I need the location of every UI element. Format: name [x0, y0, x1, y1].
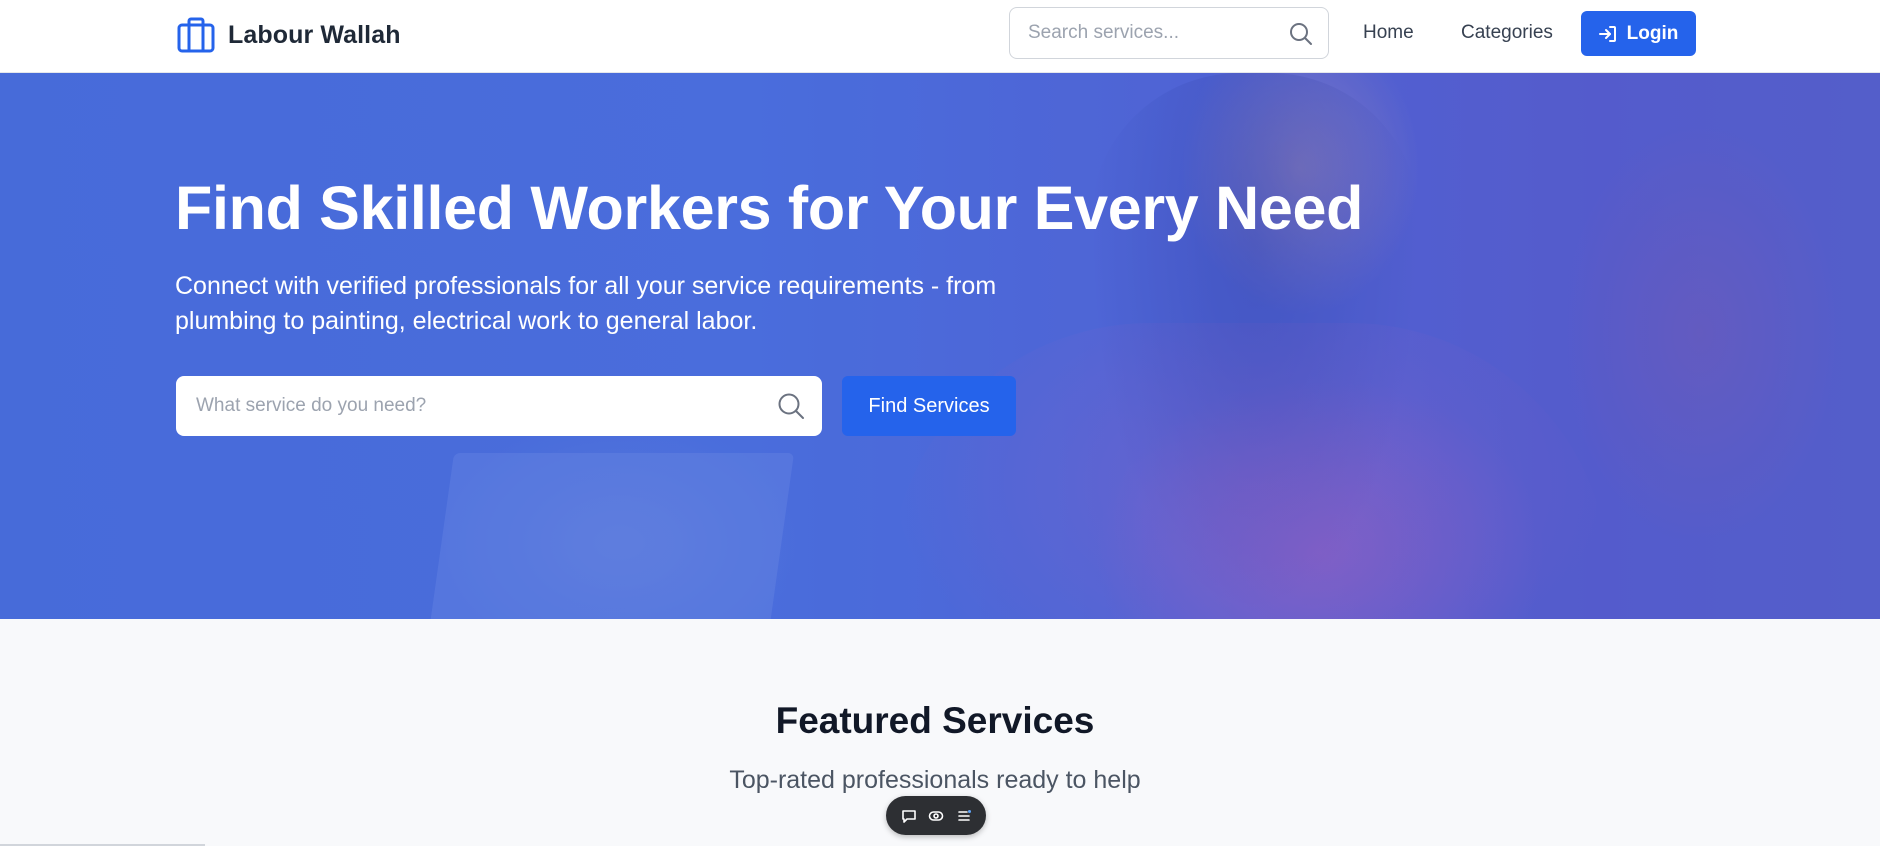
search-icon[interactable]: [776, 391, 806, 421]
nav-link-home[interactable]: Home: [1363, 22, 1414, 44]
nav-link-categories[interactable]: Categories: [1461, 22, 1553, 44]
search-icon[interactable]: [1288, 21, 1314, 47]
featured-title: Featured Services: [775, 700, 1095, 741]
hero-section: Find Skilled Workers for Your Every Need…: [0, 73, 1880, 619]
comment-icon[interactable]: [898, 805, 920, 827]
featured-subtitle: Top-rated professionals ready to help: [729, 766, 1141, 794]
eye-icon[interactable]: [925, 805, 947, 827]
nav-search-input[interactable]: [1028, 8, 1278, 58]
nav-search-box[interactable]: [1009, 7, 1329, 59]
hero-overlay: [0, 73, 1880, 619]
login-button[interactable]: Login: [1581, 11, 1696, 56]
brand-logo[interactable]: Labour Wallah: [176, 15, 401, 55]
hero-search-input[interactable]: [196, 376, 756, 436]
find-services-button[interactable]: Find Services: [842, 376, 1016, 436]
hero-subtitle: Connect with verified professionals for …: [175, 272, 997, 335]
floating-toolbar: [886, 796, 986, 835]
login-label: Login: [1626, 22, 1679, 44]
list-icon[interactable]: [953, 805, 975, 827]
brand-name: Labour Wallah: [228, 20, 401, 49]
navbar: Labour Wallah Home Categories Login: [0, 0, 1880, 73]
briefcase-icon: [176, 15, 216, 55]
hero-search-box[interactable]: [176, 376, 822, 436]
login-icon: [1598, 25, 1617, 43]
hero-title: Find Skilled Workers for Your Every Need: [175, 174, 1364, 242]
